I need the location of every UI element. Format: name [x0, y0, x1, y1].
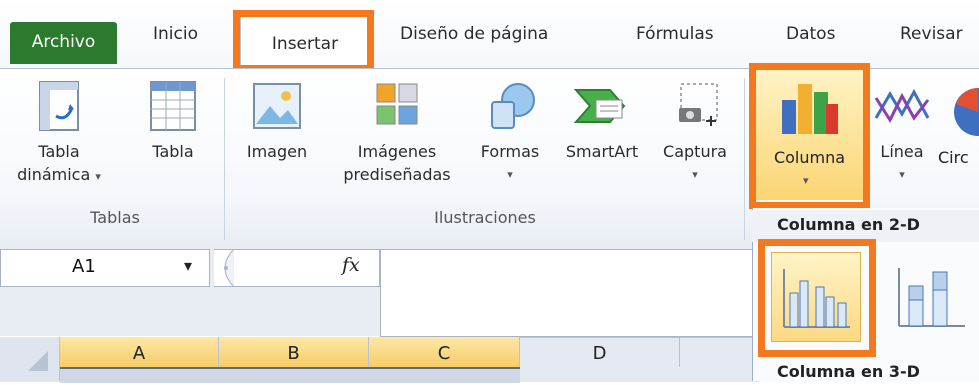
- stacked-column-option[interactable]: [885, 252, 975, 342]
- column-header-e[interactable]: [680, 337, 760, 367]
- tab-file[interactable]: Archivo: [10, 22, 117, 64]
- tab-home[interactable]: Inicio: [153, 24, 198, 44]
- pivot-table-button[interactable]: Tabla dinámica ▾: [14, 78, 104, 188]
- chevron-down-icon: ▾: [803, 174, 809, 187]
- chevron-down-icon: ▾: [507, 168, 513, 181]
- screenshot-label: Captura: [663, 142, 727, 161]
- column-header-b[interactable]: B: [219, 337, 369, 367]
- line-chart-icon: [874, 88, 930, 124]
- line-chart-button[interactable]: Línea ▾: [869, 78, 935, 186]
- tab-page-layout[interactable]: Diseño de página: [400, 24, 548, 44]
- column-header-c[interactable]: C: [369, 337, 520, 367]
- pie-chart-label: Circ: [938, 148, 969, 167]
- image-button[interactable]: Imagen: [236, 78, 318, 163]
- table-label: Tabla: [152, 142, 194, 161]
- table-icon: [150, 81, 196, 131]
- clustered-column-option[interactable]: [771, 252, 861, 342]
- screenshot-icon: [679, 83, 718, 126]
- tab-review[interactable]: Revisar: [900, 24, 963, 44]
- tab-insert[interactable]: Insertar: [240, 13, 370, 68]
- section-title-3d: Columna en 3-D: [777, 362, 920, 381]
- stacked-column-icon: [898, 268, 965, 327]
- pivot-table-label-2: dinámica: [17, 165, 91, 184]
- chevron-down-icon: ▾: [692, 168, 698, 181]
- clip-art-icon: [376, 83, 418, 125]
- shapes-icon: [491, 83, 535, 129]
- smartart-button[interactable]: SmartArt: [555, 78, 649, 163]
- splitter-handle-icon[interactable]: [212, 249, 234, 287]
- tab-formulas[interactable]: Fórmulas: [636, 24, 714, 44]
- chevron-down-icon[interactable]: ▾: [184, 256, 192, 275]
- group-separator: [224, 78, 225, 240]
- clip-art-button[interactable]: Imágenes prediseñadas: [326, 78, 468, 186]
- insert-function-icon[interactable]: fx: [342, 254, 360, 276]
- column-chart-button[interactable]: Columna ▾: [756, 70, 863, 200]
- name-box[interactable]: [0, 249, 210, 287]
- clustered-column-icon: [783, 269, 850, 328]
- pie-chart-icon: [954, 88, 979, 136]
- group-label-tables: Tablas: [90, 208, 140, 227]
- smartart-icon: [573, 89, 626, 123]
- clip-art-label-2: prediseñadas: [343, 165, 451, 184]
- pivot-table-label-1: Tabla: [38, 142, 80, 161]
- section-title-2d: Columna en 2-D: [777, 215, 920, 234]
- formula-input[interactable]: [380, 249, 760, 337]
- line-chart-label: Línea: [880, 142, 924, 161]
- smartart-label: SmartArt: [565, 142, 639, 161]
- group-label-illustrations: Ilustraciones: [434, 208, 536, 227]
- tab-data[interactable]: Datos: [786, 24, 835, 44]
- column-chart-icon: [782, 84, 838, 134]
- screenshot-button[interactable]: Captura ▾: [652, 78, 738, 186]
- shapes-button[interactable]: Formas ▾: [470, 78, 550, 186]
- chevron-down-icon: ▾: [899, 168, 905, 181]
- clip-art-label-1: Imágenes: [357, 142, 437, 161]
- column-header-d[interactable]: D: [520, 337, 680, 367]
- shapes-label: Formas: [480, 142, 540, 161]
- column-chart-label: Columna: [773, 148, 846, 167]
- image-icon: [253, 83, 301, 129]
- pivot-table-icon: [39, 81, 79, 131]
- name-box-value: A1: [72, 256, 96, 277]
- column-header-a[interactable]: A: [60, 337, 219, 367]
- group-separator: [744, 78, 745, 240]
- image-label: Imagen: [246, 142, 308, 161]
- triangle-icon: [28, 351, 48, 371]
- pie-chart-button[interactable]: Circ: [938, 78, 979, 198]
- table-button[interactable]: Tabla: [138, 78, 208, 163]
- chevron-down-icon: ▾: [95, 170, 101, 183]
- select-all-corner[interactable]: [0, 337, 60, 381]
